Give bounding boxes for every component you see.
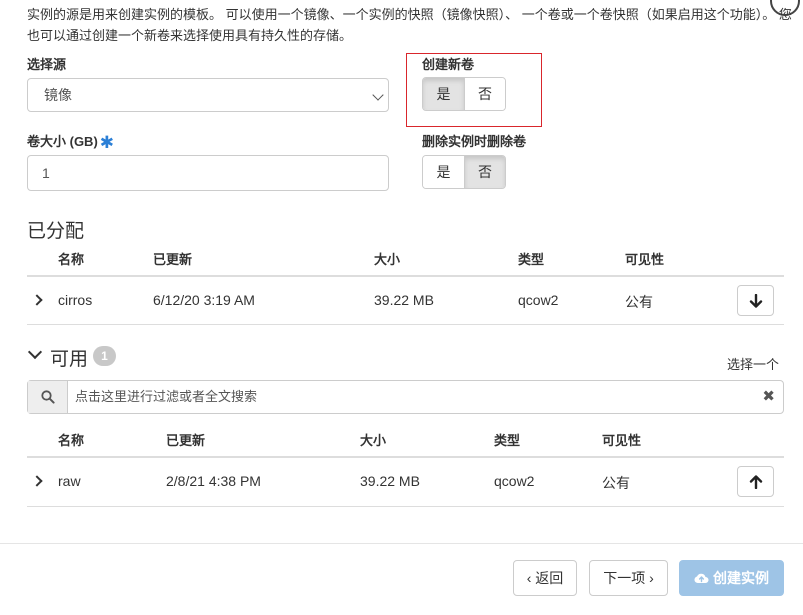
- create-instance-button[interactable]: 创建实例: [679, 560, 784, 596]
- chevron-right-icon[interactable]: [31, 294, 43, 306]
- delete-volume-no-button[interactable]: 否: [464, 156, 505, 188]
- volume-size-label: 卷大小 (GB) ✱: [27, 131, 115, 152]
- available-header-updated: 已更新: [166, 433, 206, 448]
- available-header-size: 大小: [360, 433, 387, 448]
- deallocate-button[interactable]: [737, 285, 774, 316]
- source-select-value: 镜像: [44, 87, 72, 103]
- available-header-type: 类型: [494, 433, 521, 448]
- delete-volume-toggle: 是 否: [422, 155, 506, 189]
- chevron-right-icon[interactable]: [31, 475, 43, 487]
- back-button[interactable]: ‹ 返回: [513, 560, 577, 596]
- cloud-upload-icon: [694, 573, 709, 584]
- arrow-up-icon: [749, 474, 762, 489]
- available-row-type: qcow2: [494, 473, 535, 489]
- allocated-header-name: 名称: [58, 252, 85, 267]
- search-icon: [28, 381, 68, 413]
- allocated-header-visibility: 可见性: [625, 252, 665, 267]
- available-row-updated: 2/8/21 4:38 PM: [166, 473, 261, 489]
- available-row-divider: [27, 506, 784, 507]
- volume-size-input[interactable]: 1: [27, 155, 389, 191]
- available-header-name: 名称: [58, 433, 85, 448]
- clear-icon[interactable]: ✖: [762, 381, 775, 413]
- allocated-row-updated: 6/12/20 3:19 AM: [153, 292, 255, 308]
- allocated-title: 已分配: [27, 221, 85, 242]
- search-input[interactable]: 点击这里进行过滤或者全文搜索: [75, 381, 257, 413]
- allocated-row-size: 39.22 MB: [374, 292, 434, 308]
- chevron-down-icon: [372, 89, 384, 101]
- allocated-header-divider: [27, 275, 784, 277]
- arrow-down-icon: [749, 293, 762, 308]
- allocated-row-name: cirros: [58, 292, 93, 308]
- source-label: 选择源: [27, 57, 67, 72]
- available-title: 可用: [50, 349, 89, 370]
- delete-volume-yes-button[interactable]: 是: [423, 156, 464, 188]
- available-row-visibility: 公有: [602, 475, 630, 491]
- volume-size-label-text: 卷大小 (GB): [27, 134, 98, 149]
- available-row-size: 39.22 MB: [360, 473, 420, 489]
- next-button[interactable]: 下一项 ›: [589, 560, 668, 596]
- allocated-row-divider: [27, 324, 784, 325]
- source-select[interactable]: 镜像: [27, 78, 389, 112]
- allocated-row-visibility: 公有: [625, 294, 653, 310]
- allocated-row-type: qcow2: [518, 292, 559, 308]
- available-row-name: raw: [58, 473, 81, 489]
- allocated-header-size: 大小: [374, 252, 401, 267]
- select-one-hint: 选择一个: [727, 357, 780, 372]
- search-bar: 点击这里进行过滤或者全文搜索 ✖: [27, 380, 784, 414]
- allocated-header-updated: 已更新: [153, 252, 193, 267]
- footer-divider: [0, 543, 803, 544]
- available-header-visibility: 可见性: [602, 433, 642, 448]
- source-description: 实例的源是用来创建实例的模板。 可以使用一个镜像、一个实例的快照（镜像快照）、 …: [27, 7, 792, 43]
- required-icon: ✱: [99, 133, 115, 152]
- allocated-header-type: 类型: [518, 252, 545, 267]
- available-header-divider: [27, 456, 784, 458]
- allocate-button[interactable]: [737, 466, 774, 497]
- create-instance-label: 创建实例: [713, 570, 769, 586]
- delete-volume-label: 删除实例时删除卷: [422, 134, 527, 149]
- chevron-down-icon[interactable]: [27, 344, 43, 360]
- highlight-box: [406, 53, 542, 127]
- available-count-badge: 1: [93, 346, 116, 366]
